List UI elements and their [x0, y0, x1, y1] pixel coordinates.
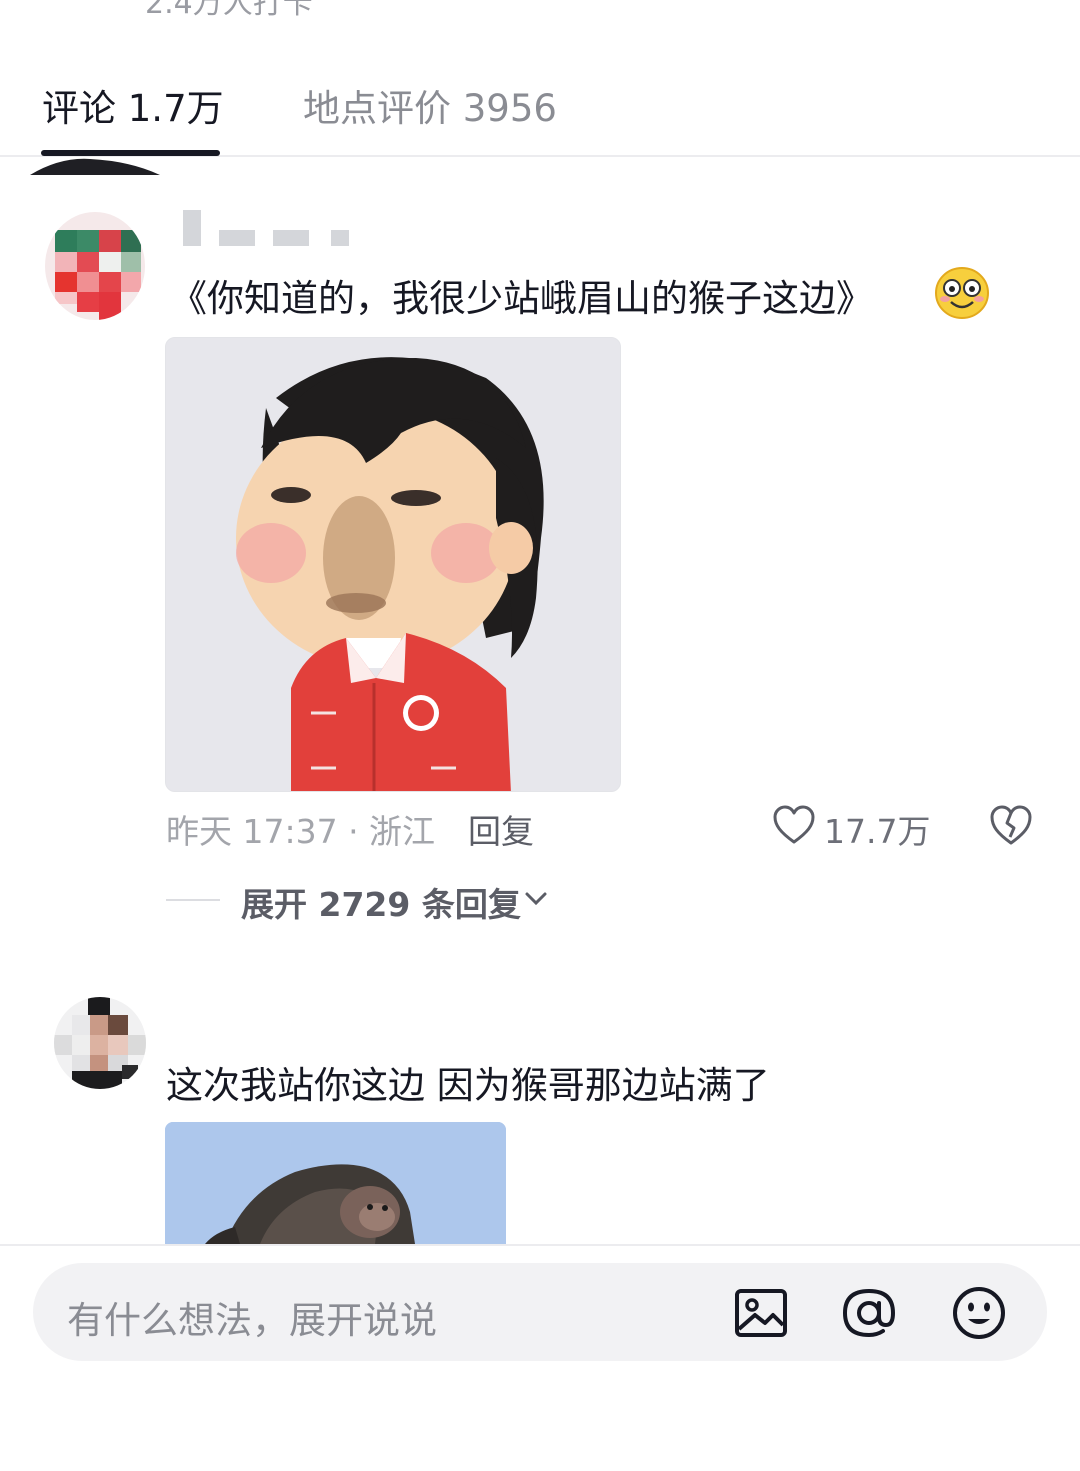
- smiley-emoji-icon: [935, 267, 989, 319]
- at-mention-icon[interactable]: [841, 1285, 897, 1341]
- heart-icon[interactable]: [772, 804, 816, 846]
- avatar-peek: [30, 158, 160, 175]
- comment-input-bar: 有什么想法，展开说说: [0, 1244, 1080, 1471]
- tab-comments[interactable]: 评论 1.7万: [42, 78, 224, 132]
- cartoon-girl-sticker-icon: [166, 338, 620, 791]
- divider: [166, 899, 220, 901]
- comments-screen: 2.4万人打卡 评论 1.7万 地点评价 3956 《你知道的，我很少站峨眉山的…: [0, 0, 1080, 1471]
- reply-button[interactable]: 回复: [468, 805, 534, 853]
- checkin-count: 2.4万人打卡: [145, 0, 313, 21]
- broken-heart-icon[interactable]: [988, 803, 1034, 847]
- like-count: 17.7万: [824, 812, 931, 851]
- chevron-down-icon[interactable]: [524, 890, 548, 908]
- emoji-icon[interactable]: [951, 1285, 1007, 1341]
- comment-input[interactable]: 有什么想法，展开说说: [33, 1263, 1047, 1361]
- username-redacted[interactable]: [183, 210, 363, 250]
- comment-image[interactable]: [165, 1122, 506, 1244]
- expand-replies-button[interactable]: 展开 2729 条回复: [241, 878, 521, 926]
- comment-time-location: 昨天 17:37 · 浙江: [166, 812, 436, 851]
- image-icon[interactable]: [733, 1285, 789, 1341]
- avatar[interactable]: [45, 212, 145, 320]
- comment-input-placeholder: 有什么想法，展开说说: [67, 1299, 437, 1342]
- sticker-image[interactable]: [165, 337, 621, 792]
- tab-place-reviews[interactable]: 地点评价 3956: [303, 78, 557, 132]
- avatar[interactable]: [54, 997, 146, 1089]
- monkey-photo-icon: [165, 1122, 506, 1244]
- comment-text: 这次我站你这边 因为猴哥那边站满了: [166, 1064, 770, 1107]
- tab-bar: 评论 1.7万 地点评价 3956: [0, 60, 1080, 157]
- comment-text: 《你知道的，我很少站峨眉山的猴子这边》: [170, 277, 873, 320]
